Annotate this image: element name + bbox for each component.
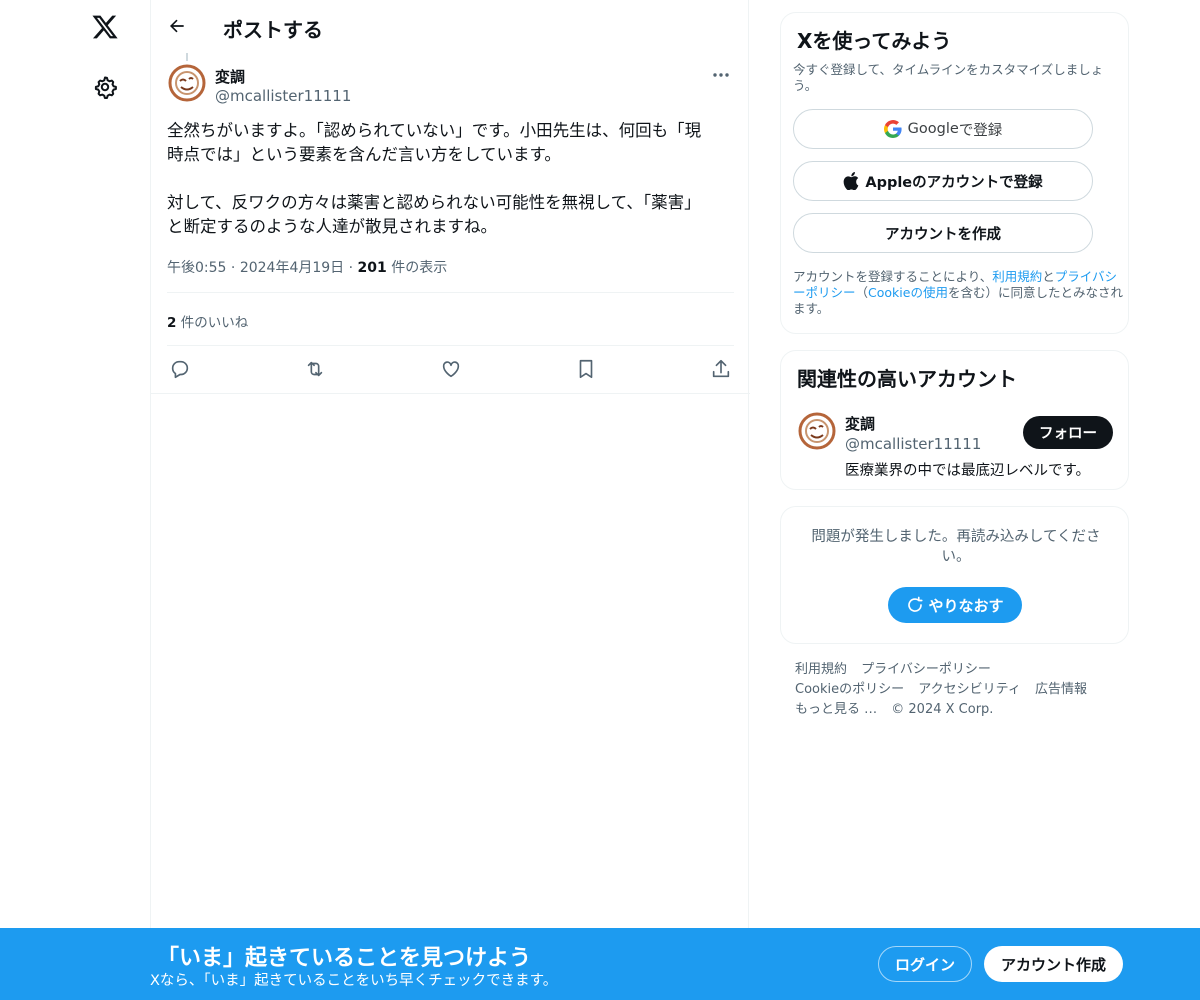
page-title: ポストする [223,18,323,42]
recommend-title: 関連性の高いアカウント [797,367,1017,391]
footer-links: 利用規約 プライバシーポリシー Cookieのポリシー アクセシビリティ 広告情… [795,660,1115,720]
terms-text: アカウントを登録することにより、利用規約とプライバシーポリシー（Cookieの使… [793,269,1123,317]
error-message: 問題が発生しました。再読み込みしてください。 [811,529,1101,565]
apple-label: Appleのアカウントで登録 [865,174,1043,191]
terms-link[interactable]: 利用規約 [992,269,1042,284]
footer-accessibility-link[interactable]: アクセシビリティ [918,682,1021,697]
divider [151,393,750,394]
meta-separator: · [348,260,358,276]
google-label-bold: Google [907,121,959,137]
like-icon[interactable] [438,356,464,382]
main-column: ポストする 変調 @mcallister11111 全然ちがいますよ。「認められ… [150,0,750,1000]
footer-terms-link[interactable]: 利用規約 [795,662,847,677]
post-text: 全然ちがいますよ。「認められていない」です。小田先生は、何回も「現 時点では」と… [167,121,702,236]
signup-card: Xを使ってみよう 今すぐ登録して、タイムラインをカスタマイズしましょう。 Goo… [780,12,1129,334]
reply-icon[interactable] [167,356,193,382]
post-date[interactable]: 2024年4月19日 [240,260,344,276]
gear-icon[interactable] [92,74,118,100]
post-time[interactable]: 午後0:55 [167,260,226,276]
back-arrow-icon[interactable] [163,12,191,40]
avatar[interactable] [797,411,837,451]
signup-title: Xを使ってみよう [797,29,952,53]
cookie-link[interactable]: Cookieの使用 [868,285,948,300]
footer-privacy-link[interactable]: プライバシーポリシー [861,662,991,677]
create-account-button[interactable]: アカウントを作成 [793,213,1093,253]
author-name[interactable]: 変調 [215,66,245,87]
more-options-icon[interactable] [707,65,735,85]
signup-subtitle: 今すぐ登録して、タイムラインをカスタマイズしましょう。 [793,62,1104,93]
google-icon [883,120,902,138]
recommend-name[interactable]: 変調 [845,413,875,434]
terms-prefix: アカウントを登録することにより、 [793,269,993,284]
login-button[interactable]: ログイン [878,946,972,982]
google-label: で登録 [958,122,1003,139]
signup-button[interactable]: アカウント作成 [984,946,1123,982]
banner-subtitle: Xなら、「いま」起きていることをいち早くチェックできます。 [150,973,558,989]
footer-more-link[interactable]: もっと見る … [795,702,877,717]
apple-icon [843,172,859,190]
likes-count: 2 [167,315,177,331]
divider [167,292,734,293]
retry-button[interactable]: やりなおす [888,587,1022,623]
likes-row[interactable]: 2 件のいいね [167,311,248,331]
banner-title: 「いま」起きていることを見つけよう [157,946,532,971]
recommend-card: 関連性の高いアカウント 変調 @mcallister11111 医療業界の中では… [780,350,1129,490]
follow-button[interactable]: フォロー [1023,416,1113,449]
likes-label: 件のいいね [180,315,249,331]
left-nav [0,0,150,1000]
footer-copyright: © 2024 X Corp. [891,702,994,717]
recommend-bio: 医療業界の中では最底辺レベルです。 [845,463,1091,479]
apple-signup-button[interactable]: Appleのアカウントで登録 [793,161,1093,201]
avatar[interactable] [167,63,207,103]
repost-icon[interactable] [302,356,328,382]
recommend-handle[interactable]: @mcallister11111 [845,435,981,453]
google-signup-button[interactable]: Google で登録 [793,109,1093,149]
author-handle[interactable]: @mcallister11111 [215,87,351,105]
top-bar: ポストする [151,0,750,53]
terms-paren: （ [855,285,869,300]
retry-label: やりなおす [928,596,1004,615]
x-logo-icon[interactable] [90,12,120,42]
create-account-label: アカウントを作成 [885,226,1001,243]
footer-ads-link[interactable]: 広告情報 [1035,682,1087,697]
divider [167,345,734,346]
share-icon[interactable] [708,356,734,382]
views-label: 件の表示 [391,260,448,276]
bookmark-icon[interactable] [573,356,599,382]
footer-cookie-link[interactable]: Cookieのポリシー [795,682,904,697]
views-count: 201 [357,260,387,276]
post-meta: 午後0:55 · 2024年4月19日 · 201 件の表示 [167,257,447,277]
error-card: 問題が発生しました。再読み込みしてください。 やりなおす [780,506,1129,644]
action-bar [167,356,734,382]
meta-separator: · [230,260,240,276]
bottom-banner: 「いま」起きていることを見つけよう Xなら、「いま」起きていることをいち早くチェ… [0,928,1200,1000]
thread-line [186,53,188,61]
refresh-icon [906,596,924,614]
terms-and: と [1042,269,1055,284]
post-author: 変調 @mcallister11111 [167,63,735,109]
